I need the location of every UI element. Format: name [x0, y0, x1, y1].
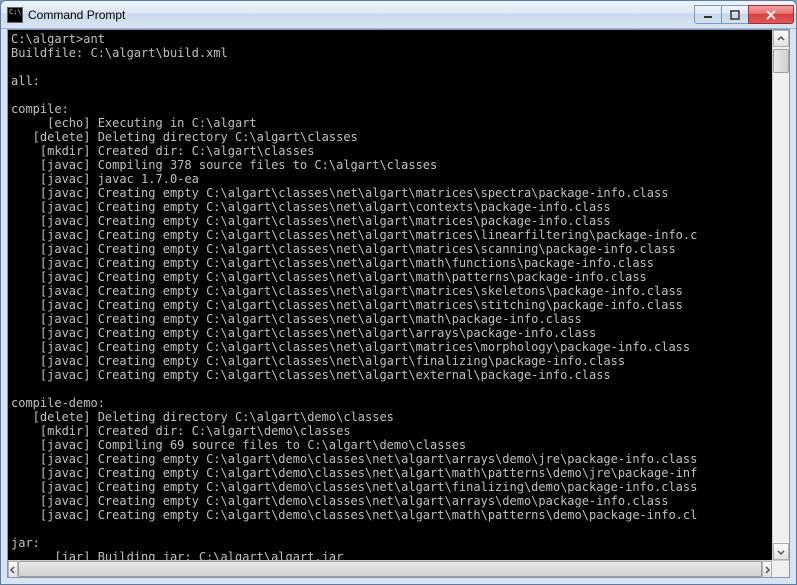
window-title: Command Prompt [28, 8, 695, 22]
horizontal-scrollbar[interactable] [8, 560, 789, 577]
minimize-icon [703, 10, 713, 20]
chevron-up-icon [777, 35, 785, 43]
maximize-button[interactable] [721, 5, 749, 24]
chevron-down-icon [777, 548, 785, 556]
chevron-left-icon [9, 566, 17, 574]
close-button[interactable] [748, 5, 794, 24]
terminal-output[interactable]: C:\algart>ant Buildfile: C:\algart\build… [8, 30, 772, 560]
cmd-icon [7, 7, 23, 23]
scroll-left-button[interactable] [8, 561, 18, 578]
scroll-up-button[interactable] [773, 30, 789, 47]
close-icon [765, 10, 777, 20]
command-prompt-window: Command Prompt C:\algart>ant Buildfile: … [0, 0, 797, 585]
vscroll-thumb[interactable] [773, 49, 789, 73]
scroll-down-button[interactable] [773, 543, 789, 560]
vscroll-track[interactable] [773, 47, 789, 543]
chevron-right-icon [763, 566, 771, 574]
window-controls [695, 5, 794, 24]
titlebar[interactable]: Command Prompt [1, 1, 796, 29]
terminal-container: C:\algart>ant Buildfile: C:\algart\build… [8, 30, 789, 560]
maximize-icon [730, 10, 740, 20]
minimize-button[interactable] [694, 5, 722, 24]
scroll-corner [772, 561, 789, 577]
scroll-right-button[interactable] [762, 561, 772, 578]
client-area: C:\algart>ant Buildfile: C:\algart\build… [7, 29, 790, 578]
hscroll-thumb[interactable] [18, 561, 762, 577]
vertical-scrollbar[interactable] [772, 30, 789, 560]
hscroll-track[interactable] [18, 561, 762, 577]
